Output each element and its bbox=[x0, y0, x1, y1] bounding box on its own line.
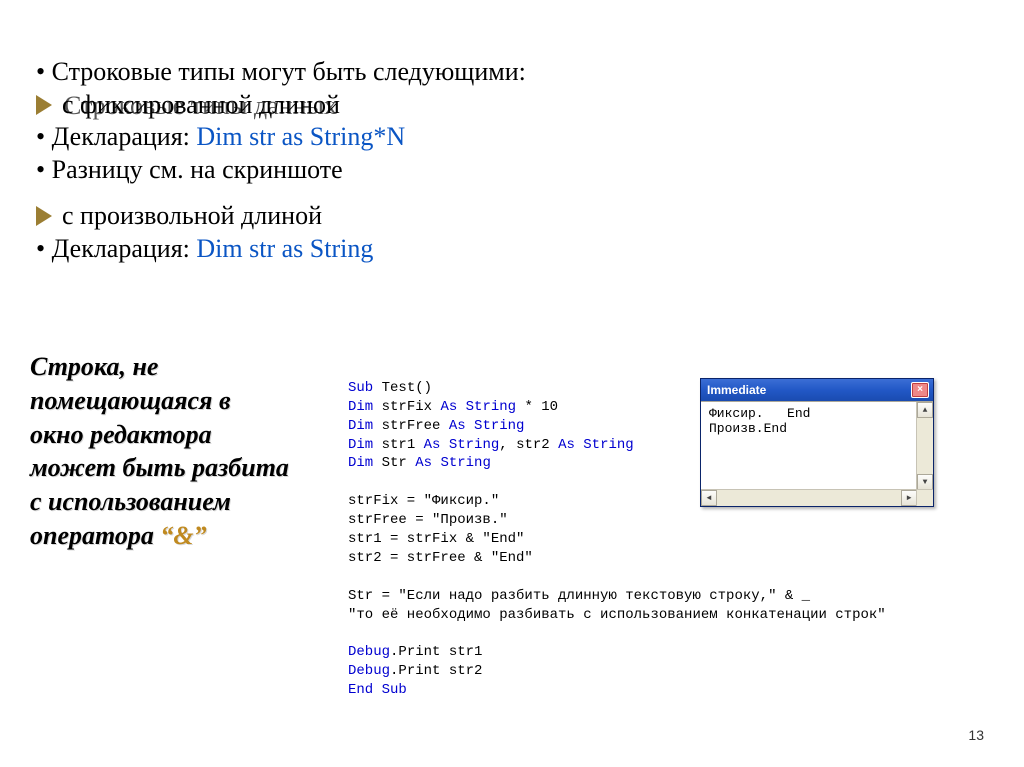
kw-end-sub: End Sub bbox=[348, 682, 407, 698]
code-l13: "то её необходимо разбивать с использова… bbox=[348, 607, 886, 623]
note-line-5: с использованием bbox=[30, 485, 330, 519]
kw-sub: Sub bbox=[348, 380, 373, 396]
kw-as-string: As String bbox=[558, 437, 634, 453]
scroll-up-icon[interactable]: ▲ bbox=[917, 402, 933, 418]
note-line-6a: оператора bbox=[30, 521, 160, 550]
code-l01b: Test() bbox=[373, 380, 432, 396]
kw-debug: Debug bbox=[348, 644, 390, 660]
scrollbar-corner bbox=[916, 489, 933, 506]
note-line-3: окно редактора bbox=[30, 418, 330, 452]
note-line-6: оператора “&” bbox=[30, 519, 330, 553]
code-l07: strFix = "Фиксир." bbox=[348, 493, 499, 509]
code-l04d: , str2 bbox=[499, 437, 558, 453]
note-paragraph: Строка, не помещающаяся в окно редактора… bbox=[30, 350, 330, 553]
kw-as-string: As String bbox=[424, 437, 500, 453]
scrollbar-vertical[interactable]: ▲ ▼ bbox=[916, 402, 933, 490]
slide: Строковые типы могут быть следующими: Ст… bbox=[0, 0, 1024, 767]
code-l16b: .Print str2 bbox=[390, 663, 482, 679]
triangle-bullet-icon bbox=[36, 95, 52, 115]
decl-fixed-prefix: Декларация: bbox=[52, 122, 197, 151]
code-l12: Str = "Если надо разбить длинную текстов… bbox=[348, 588, 810, 604]
bullet-declaration-fixed: Декларация: Dim str as String*N bbox=[36, 121, 976, 154]
code-l10: str2 = strFree & "End" bbox=[348, 550, 533, 566]
code-l05b: Str bbox=[373, 455, 415, 471]
bullet-declaration-var: Декларация: Dim str as String bbox=[36, 233, 976, 266]
close-icon[interactable]: × bbox=[911, 382, 929, 398]
code-l15b: .Print str1 bbox=[390, 644, 482, 660]
code-l09: str1 = strFix & "End" bbox=[348, 531, 524, 547]
scrollbar-horizontal[interactable]: ◄ ► bbox=[701, 489, 917, 506]
kw-as-string: As String bbox=[449, 418, 525, 434]
immediate-client[interactable]: Фиксир. End Произв.End ▲ ▼ ◄ ► bbox=[701, 401, 933, 506]
kw-dim: Dim bbox=[348, 399, 373, 415]
kw-debug: Debug bbox=[348, 663, 390, 679]
note-line-1: Строка, не bbox=[30, 350, 330, 384]
bullet-see-screenshot: Разницу см. на скриншоте bbox=[36, 154, 976, 187]
scroll-left-icon[interactable]: ◄ bbox=[701, 490, 717, 506]
scroll-down-icon[interactable]: ▼ bbox=[917, 474, 933, 490]
top-text-block: Строковые типы могут быть следующими: Ст… bbox=[36, 56, 976, 265]
note-line-4: может быть разбита bbox=[30, 451, 330, 485]
kw-as-string: As String bbox=[440, 399, 516, 415]
code-l03b: strFree bbox=[373, 418, 449, 434]
page-number: 13 bbox=[968, 727, 984, 743]
bullet-fixed-length: с фиксированной длиной bbox=[36, 89, 976, 122]
code-l08: strFree = "Произв." bbox=[348, 512, 508, 528]
kw-dim: Dim bbox=[348, 455, 373, 471]
immediate-title: Immediate bbox=[707, 383, 766, 397]
decl-fixed-code: Dim str as String*N bbox=[196, 122, 405, 151]
immediate-line-2: Произв.End bbox=[709, 421, 787, 436]
immediate-titlebar[interactable]: Immediate × bbox=[701, 379, 933, 401]
variable-length-label: с произвольной длиной bbox=[62, 201, 322, 230]
ampersand-operator: “&” bbox=[160, 521, 206, 550]
decl-var-code: Dim str as String bbox=[196, 234, 373, 263]
triangle-bullet-icon bbox=[36, 206, 52, 226]
code-l02d: * 10 bbox=[516, 399, 558, 415]
note-line-2: помещающаяся в bbox=[30, 384, 330, 418]
decl-var-prefix: Декларация: bbox=[52, 234, 197, 263]
code-l04b: str1 bbox=[373, 437, 423, 453]
kw-dim: Dim bbox=[348, 437, 373, 453]
bullet-string-types: Строковые типы могут быть следующими: bbox=[36, 56, 976, 89]
immediate-window: Immediate × Фиксир. End Произв.End ▲ ▼ ◄… bbox=[700, 378, 934, 507]
immediate-line-1: Фиксир. End bbox=[709, 406, 810, 421]
code-l02b: strFix bbox=[373, 399, 440, 415]
kw-dim: Dim bbox=[348, 418, 373, 434]
fixed-length-label: с фиксированной длиной bbox=[62, 90, 340, 119]
scroll-right-icon[interactable]: ► bbox=[901, 490, 917, 506]
kw-as-string: As String bbox=[415, 455, 491, 471]
bullet-variable-length: с произвольной длиной bbox=[36, 200, 976, 233]
